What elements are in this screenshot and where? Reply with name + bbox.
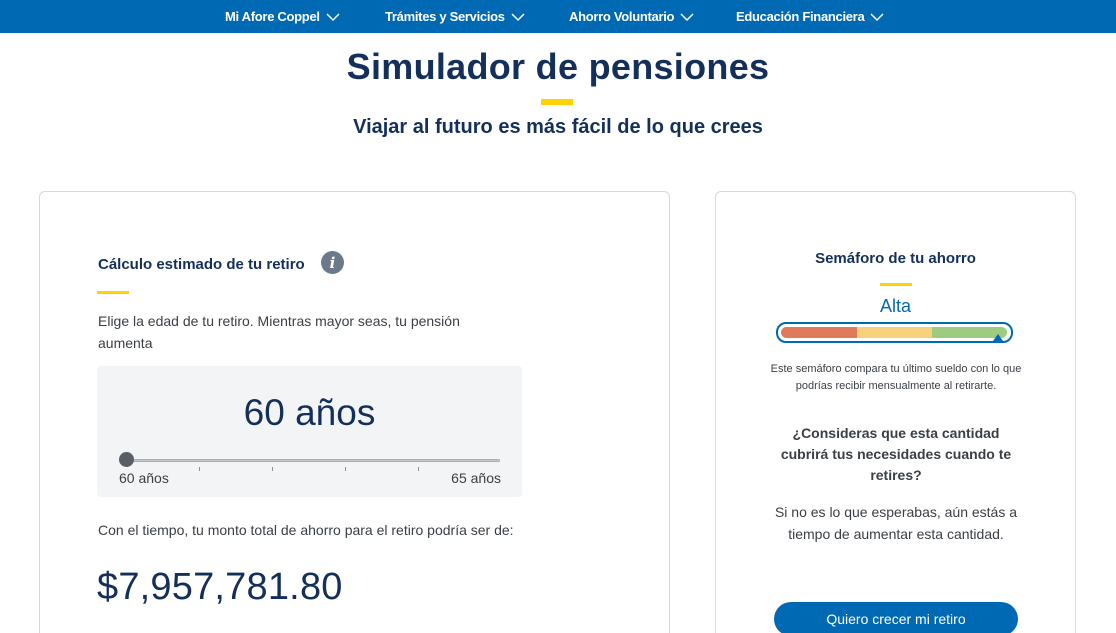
needs-answer: Si no es lo que esperabas, aún estás a t… bbox=[774, 504, 1018, 542]
nav-item-label: Trámites y Servicios bbox=[385, 9, 505, 24]
calculator-title-accent bbox=[97, 291, 129, 294]
retirement-calculator-card: Cálculo estimado de tu retiro i Elige la… bbox=[39, 191, 670, 633]
semaphore-segment-medium bbox=[857, 327, 932, 338]
nav-item-mi-afore-coppel[interactable]: Mi Afore Coppel bbox=[225, 0, 340, 33]
selected-age-value: 60 años bbox=[243, 392, 376, 433]
nav-item-educacion-financiera[interactable]: Educación Financiera bbox=[736, 0, 884, 33]
age-slider-thumb[interactable] bbox=[119, 452, 134, 467]
needs-question: ¿Consideras que esta cantidad cubrirá tu… bbox=[780, 425, 1012, 483]
nav-item-ahorro-voluntario[interactable]: Ahorro Voluntario bbox=[569, 0, 694, 33]
age-slider-track[interactable] bbox=[126, 459, 500, 462]
semaphore-marker-icon bbox=[993, 334, 1003, 341]
retirement-age-slider-panel: 60 años 60 años 65 años bbox=[97, 366, 522, 497]
savings-semaphore-card: Semáforo de tu ahorro Alta Este semáforo… bbox=[715, 191, 1076, 633]
chevron-down-icon bbox=[326, 12, 340, 21]
page-title: Simulador de pensiones bbox=[346, 46, 770, 87]
page-subtitle: Viajar al futuro es más fácil de lo que … bbox=[353, 116, 763, 138]
calculator-description: Elige la edad de tu retiro. Mientras may… bbox=[98, 313, 460, 351]
slider-max-label: 65 años bbox=[451, 470, 501, 486]
semaphore-level: Alta bbox=[879, 296, 912, 316]
chevron-down-icon bbox=[511, 12, 525, 21]
semaphore-title: Semáforo de tu ahorro bbox=[815, 250, 976, 267]
nav-item-tramites-servicios[interactable]: Trámites y Servicios bbox=[385, 0, 525, 33]
nav-item-label: Ahorro Voluntario bbox=[569, 9, 675, 24]
semaphore-title-accent bbox=[880, 283, 912, 286]
savings-description: Con el tiempo, tu monto total de ahorro … bbox=[98, 522, 514, 538]
semaphore-note: Este semáforo compara tu último sueldo c… bbox=[770, 363, 1022, 392]
slider-tick bbox=[345, 467, 346, 471]
savings-amount: $7,957,781.80 bbox=[97, 566, 343, 608]
semaphore-segment-low bbox=[781, 327, 857, 338]
calculator-title: Cálculo estimado de tu retiro bbox=[98, 256, 305, 273]
nav-item-label: Mi Afore Coppel bbox=[225, 9, 320, 24]
slider-tick bbox=[418, 467, 419, 471]
top-navigation: Mi Afore Coppel Trámites y Servicios Aho… bbox=[0, 0, 1116, 33]
title-accent-bar bbox=[541, 99, 573, 105]
slider-min-label: 60 años bbox=[119, 470, 169, 486]
chevron-down-icon bbox=[680, 12, 694, 21]
semaphore-bar bbox=[776, 322, 1013, 343]
slider-tick bbox=[272, 467, 273, 471]
nav-item-label: Educación Financiera bbox=[736, 9, 865, 24]
grow-retirement-button[interactable]: Quiero crecer mi retiro bbox=[774, 602, 1018, 633]
info-icon[interactable]: i bbox=[321, 251, 344, 274]
slider-tick bbox=[199, 467, 200, 471]
chevron-down-icon bbox=[870, 12, 884, 21]
